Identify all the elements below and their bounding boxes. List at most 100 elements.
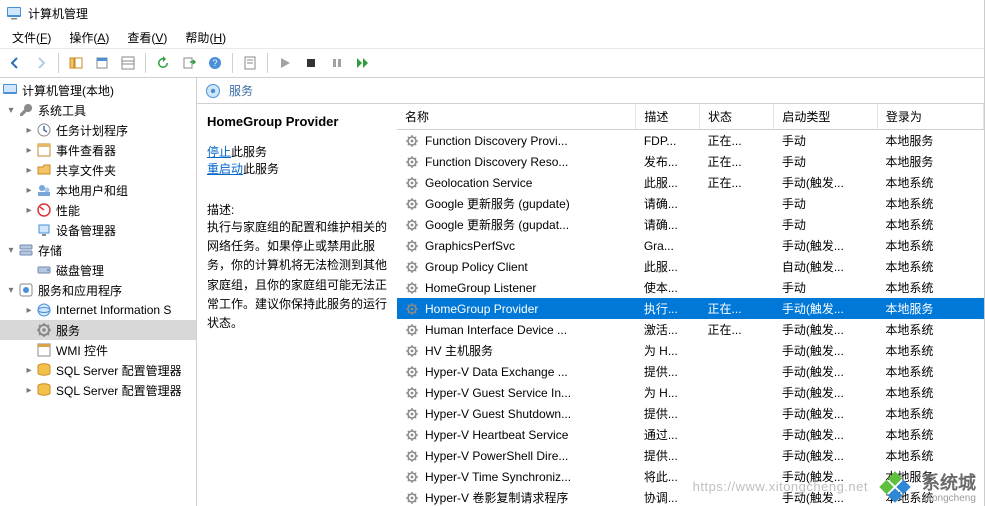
start-service-button[interactable] [274, 52, 296, 74]
col-desc[interactable]: 描述 [636, 104, 700, 130]
properties-button[interactable] [91, 52, 113, 74]
tree-item-device-manager[interactable]: 设备管理器 [0, 220, 196, 240]
description-text: 执行与家庭组的配置和维护相关的网络任务。如果停止或禁用此服务，你的计算机将无法检… [207, 218, 391, 333]
pause-service-button[interactable] [326, 52, 348, 74]
cell-status [700, 403, 774, 424]
cell-startup: 手动(触发... [774, 361, 878, 382]
service-row[interactable]: Geolocation Service此服...正在...手动(触发...本地系… [397, 172, 984, 193]
cell-status [700, 445, 774, 466]
tree-label: 系统工具 [38, 102, 86, 119]
sqlcfg2-icon [36, 382, 52, 398]
service-row[interactable]: HV 主机服务为 H...手动(触发...本地系统 [397, 340, 984, 361]
content-header-label: 服务 [229, 82, 253, 99]
stop-service-button[interactable] [300, 52, 322, 74]
sqlcfg1-icon [36, 362, 52, 378]
service-row[interactable]: Hyper-V Guest Shutdown...提供...手动(触发...本地… [397, 403, 984, 424]
tree-item-sqlcfg2[interactable]: ▸SQL Server 配置管理器 [0, 380, 196, 400]
cell-desc: 请确... [636, 193, 700, 214]
service-row[interactable]: Hyper-V Data Exchange ...提供...手动(触发...本地… [397, 361, 984, 382]
show-hide-tree-button[interactable] [65, 52, 87, 74]
tree-services-apps[interactable]: ▾ 服务和应用程序 [0, 280, 196, 300]
services-list[interactable]: 名称 描述 状态 启动类型 登录为 Function Discovery Pro… [397, 104, 984, 506]
cell-startup: 手动(触发... [774, 235, 878, 256]
tree-item-local-users[interactable]: ▸本地用户和组 [0, 180, 196, 200]
back-button[interactable] [4, 52, 26, 74]
tree-item-services[interactable]: 服务 [0, 320, 196, 340]
col-logon[interactable]: 登录为 [877, 104, 983, 130]
col-startup[interactable]: 启动类型 [774, 104, 878, 130]
menu-help[interactable]: 帮助(H) [177, 27, 234, 48]
service-row[interactable]: HomeGroup Listener使本...手动本地系统 [397, 277, 984, 298]
restart-service-button[interactable] [352, 52, 374, 74]
export-list-button[interactable] [178, 52, 200, 74]
app-icon [6, 5, 22, 21]
sheet-button[interactable] [239, 52, 261, 74]
tree-item-shared-folders[interactable]: ▸共享文件夹 [0, 160, 196, 180]
col-status[interactable]: 状态 [700, 104, 774, 130]
navigation-tree[interactable]: 计算机管理(本地) ▾ 系统工具 ▸任务计划程序▸事件查看器▸共享文件夹▸本地用… [0, 78, 197, 506]
tree-item-iis[interactable]: ▸Internet Information S [0, 300, 196, 320]
stop-service-line: 停止此服务 [207, 143, 391, 160]
cell-status [700, 361, 774, 382]
service-gear-icon [405, 365, 419, 379]
tree-item-event-viewer[interactable]: ▸事件查看器 [0, 140, 196, 160]
stop-service-link[interactable]: 停止 [207, 145, 231, 159]
cell-desc: 此服... [636, 172, 700, 193]
tree-item-label: 服务 [56, 322, 80, 339]
tree-item-disk-mgmt[interactable]: 磁盘管理 [0, 260, 196, 280]
menu-file[interactable]: 文件(F) [4, 27, 59, 48]
refresh-button[interactable] [152, 52, 174, 74]
cell-logon: 本地系统 [877, 424, 983, 445]
cell-startup: 手动(触发... [774, 382, 878, 403]
restart-service-link[interactable]: 重启动 [207, 162, 243, 176]
service-gear-icon [405, 302, 419, 316]
service-row[interactable]: Hyper-V Heartbeat Service通过...手动(触发...本地… [397, 424, 984, 445]
tree-item-wmi[interactable]: WMI 控件 [0, 340, 196, 360]
service-gear-icon [405, 428, 419, 442]
explorer-button[interactable] [117, 52, 139, 74]
event-viewer-icon [36, 142, 52, 158]
service-gear-icon [405, 218, 419, 232]
service-row[interactable]: Google 更新服务 (gupdat...请确...手动本地系统 [397, 214, 984, 235]
table-header-row[interactable]: 名称 描述 状态 启动类型 登录为 [397, 104, 984, 130]
service-row[interactable]: Group Policy Client此服...自动(触发...本地系统 [397, 256, 984, 277]
service-row[interactable]: HomeGroup Provider执行...正在...手动(触发...本地服务 [397, 298, 984, 319]
cell-logon: 本地服务 [877, 466, 983, 487]
tree-item-label: 性能 [56, 202, 80, 219]
tree-item-performance[interactable]: ▸性能 [0, 200, 196, 220]
service-row[interactable]: Google 更新服务 (gupdate)请确...手动本地系统 [397, 193, 984, 214]
content-header: 服务 [197, 78, 984, 104]
gear-icon [205, 83, 221, 99]
cell-desc: 为 H... [636, 340, 700, 361]
help-button[interactable]: ? [204, 52, 226, 74]
tree-item-sqlcfg1[interactable]: ▸SQL Server 配置管理器 [0, 360, 196, 380]
cell-logon: 本地服务 [877, 298, 983, 319]
tree-root[interactable]: 计算机管理(本地) [0, 80, 196, 100]
service-row[interactable]: Hyper-V 卷影复制请求程序协调...手动(触发...本地系统 [397, 487, 984, 506]
tree-item-task-scheduler[interactable]: ▸任务计划程序 [0, 120, 196, 140]
cell-name: Google 更新服务 (gupdat... [397, 214, 636, 235]
service-row[interactable]: Hyper-V Guest Service In...为 H...手动(触发..… [397, 382, 984, 403]
restart-service-line: 重启动此服务 [207, 160, 391, 177]
service-row[interactable]: Human Interface Device ...激活...正在...手动(触… [397, 319, 984, 340]
service-gear-icon [405, 239, 419, 253]
service-row[interactable]: GraphicsPerfSvcGra...手动(触发...本地系统 [397, 235, 984, 256]
menu-view[interactable]: 查看(V) [119, 27, 175, 48]
cell-startup: 手动 [774, 193, 878, 214]
tree-system-tools[interactable]: ▾ 系统工具 [0, 100, 196, 120]
cell-name: Hyper-V 卷影复制请求程序 [397, 487, 636, 506]
service-gear-icon [405, 176, 419, 190]
service-row[interactable]: Function Discovery Provi...FDP...正在...手动… [397, 130, 984, 152]
cell-logon: 本地系统 [877, 319, 983, 340]
menu-action[interactable]: 操作(A) [61, 27, 117, 48]
forward-button[interactable] [30, 52, 52, 74]
service-row[interactable]: Hyper-V PowerShell Dire...提供...手动(触发...本… [397, 445, 984, 466]
col-name[interactable]: 名称 [397, 104, 636, 130]
tree-storage[interactable]: ▾ 存储 [0, 240, 196, 260]
tree-item-label: SQL Server 配置管理器 [56, 362, 182, 379]
tree-item-label: 设备管理器 [56, 222, 116, 239]
cell-name: GraphicsPerfSvc [397, 235, 636, 256]
service-row[interactable]: Function Discovery Reso...发布...正在...手动本地… [397, 151, 984, 172]
cell-status [700, 382, 774, 403]
service-row[interactable]: Hyper-V Time Synchroniz...将此...手动(触发...本… [397, 466, 984, 487]
